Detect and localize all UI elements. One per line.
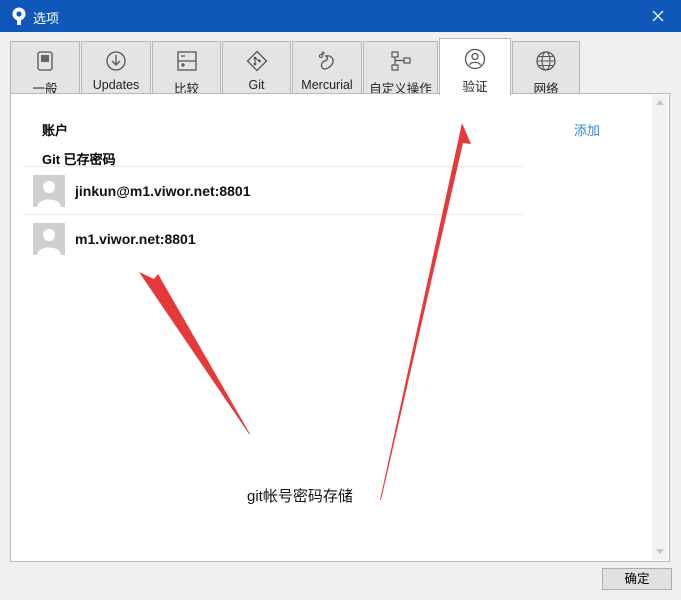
download-icon bbox=[106, 51, 126, 71]
close-icon bbox=[652, 10, 664, 22]
tab-authentication[interactable]: 验证 bbox=[439, 38, 511, 95]
tab-updates[interactable]: Updates bbox=[81, 41, 151, 94]
tab-label: 验证 bbox=[462, 80, 488, 94]
accounts-heading: 账户 bbox=[42, 123, 69, 138]
tab-strip: 一般 Updates 比较 Git Mercurial 自定义操作 验证 网络 bbox=[10, 38, 610, 96]
ok-button[interactable]: 确定 bbox=[602, 568, 672, 590]
saved-password-row[interactable]: m1.viwor.net:8801 bbox=[23, 214, 523, 262]
flow-icon bbox=[390, 51, 411, 71]
add-account-link[interactable]: 添加 bbox=[574, 120, 600, 139]
tab-general[interactable]: 一般 bbox=[10, 41, 80, 96]
saved-password-label: m1.viwor.net:8801 bbox=[75, 231, 196, 247]
tab-git[interactable]: Git bbox=[222, 41, 291, 94]
tab-label: Updates bbox=[92, 78, 140, 92]
avatar-icon bbox=[33, 223, 65, 255]
scroll-down-icon[interactable] bbox=[656, 549, 664, 554]
tab-label: Git bbox=[248, 78, 265, 92]
annotation-text: git帐号密码存储 bbox=[247, 488, 353, 505]
mercurial-icon bbox=[318, 51, 334, 70]
avatar-icon bbox=[33, 175, 65, 207]
saved-password-label: jinkun@m1.viwor.net:8801 bbox=[75, 183, 251, 199]
git-icon bbox=[246, 50, 267, 72]
tab-custom-actions[interactable]: 自定义操作 bbox=[363, 41, 438, 96]
globe-icon bbox=[536, 51, 556, 71]
tab-label: Mercurial bbox=[301, 78, 353, 92]
close-button[interactable] bbox=[635, 0, 681, 32]
tab-mercurial[interactable]: Mercurial bbox=[292, 41, 362, 94]
window-title: 选项 bbox=[33, 11, 60, 26]
scroll-up-icon[interactable] bbox=[656, 100, 664, 105]
diff-icon bbox=[176, 51, 197, 71]
tab-diff[interactable]: 比较 bbox=[152, 41, 221, 96]
toggle-icon bbox=[37, 51, 53, 71]
title-bar: 选项 bbox=[0, 0, 681, 32]
vertical-scrollbar[interactable] bbox=[652, 95, 668, 560]
tab-network[interactable]: 网络 bbox=[512, 41, 580, 96]
user-icon bbox=[464, 48, 486, 70]
saved-password-row[interactable]: jinkun@m1.viwor.net:8801 bbox=[23, 166, 523, 214]
sourcetree-logo-icon bbox=[12, 7, 26, 25]
